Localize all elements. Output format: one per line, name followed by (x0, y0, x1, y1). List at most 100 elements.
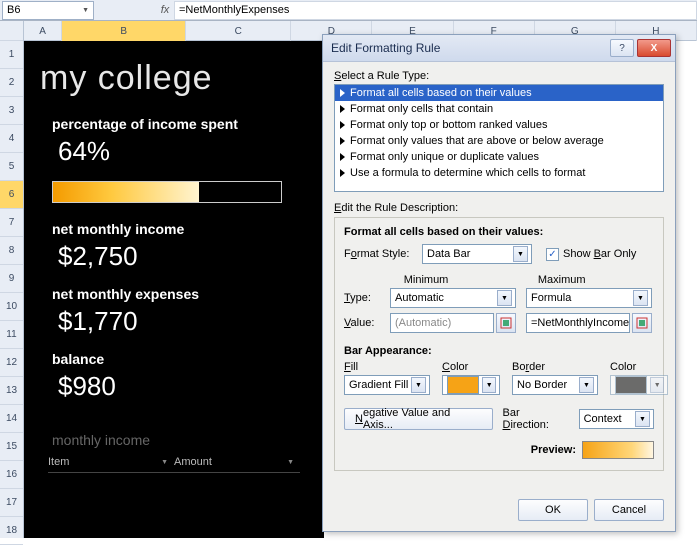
row-header[interactable]: 8 (0, 237, 23, 265)
pct-value: 64% (58, 136, 312, 167)
border-dropdown[interactable]: No Border ▼ (512, 375, 598, 395)
row-header[interactable]: 17 (0, 489, 23, 517)
color-swatch-icon (447, 376, 479, 394)
row-header[interactable]: 11 (0, 321, 23, 349)
bal-value: $980 (58, 371, 312, 402)
rule-type-list[interactable]: Format all cells based on their values F… (334, 84, 664, 192)
row-header[interactable]: 9 (0, 265, 23, 293)
table-header-amount[interactable]: Amount ▼ (174, 454, 300, 473)
row-header[interactable]: 3 (0, 97, 23, 125)
max-type-dropdown[interactable]: Formula ▼ (526, 288, 652, 308)
max-value-input[interactable]: =NetMonthlyIncome (526, 313, 630, 333)
row-header[interactable]: 15 (0, 433, 23, 461)
show-bar-only-checkbox[interactable]: ✓ (546, 248, 559, 261)
row-header[interactable]: 2 (0, 69, 23, 97)
cancel-button[interactable]: Cancel (594, 499, 664, 521)
dropdown-text: Data Bar (427, 248, 510, 260)
help-button[interactable]: ? (610, 39, 634, 57)
row-header[interactable]: 14 (0, 405, 23, 433)
column-header[interactable]: B (62, 21, 186, 41)
chevron-down-icon: ▼ (497, 290, 512, 306)
close-icon: X (651, 43, 658, 54)
rule-type-item[interactable]: Format only values that are above or bel… (335, 133, 663, 149)
row-header[interactable]: 4 (0, 125, 23, 153)
color-label: Color (442, 361, 500, 373)
edit-formatting-rule-dialog: Edit Formatting Rule ? X Select a Rule T… (322, 34, 676, 532)
row-header[interactable]: 18 (0, 517, 23, 545)
format-style-dropdown[interactable]: Data Bar ▼ (422, 244, 532, 264)
fx-icon[interactable]: fx (156, 4, 174, 16)
row-header[interactable]: 10 (0, 293, 23, 321)
rule-type-text: Format only unique or duplicate values (350, 151, 539, 163)
format-style-label: Format Style: (344, 248, 422, 260)
dropdown-text: Gradient Fill (349, 379, 408, 391)
chevron-down-icon[interactable]: ▼ (287, 459, 294, 466)
pct-label: percentage of income spent (52, 116, 312, 132)
row-header[interactable]: 12 (0, 349, 23, 377)
nme-label: net monthly expenses (52, 286, 312, 302)
rule-type-item[interactable]: Format all cells based on their values (335, 85, 663, 101)
row-header[interactable]: 1 (0, 41, 23, 69)
negative-value-axis-button[interactable]: Negative Value and Axis... (344, 408, 493, 430)
chevron-down-icon: ▼ (513, 246, 528, 262)
monthly-income-label: monthly income (52, 432, 312, 448)
rule-type-item[interactable]: Format only top or bottom ranked values (335, 117, 663, 133)
format-heading: Format all cells based on their values: (344, 226, 654, 238)
row-header[interactable]: 6 (0, 181, 23, 209)
row-header[interactable]: 13 (0, 377, 23, 405)
min-type-dropdown[interactable]: Automatic ▼ (390, 288, 516, 308)
triangle-icon (340, 105, 345, 113)
column-header[interactable]: C (186, 21, 291, 41)
th-text: Amount (174, 456, 212, 468)
chevron-down-icon[interactable]: ▼ (82, 7, 89, 14)
minimum-label: Minimum (404, 274, 520, 286)
chevron-down-icon: ▼ (411, 377, 426, 393)
triangle-icon (340, 153, 345, 161)
range-select-button[interactable] (632, 313, 652, 333)
formula-text: =NetMonthlyExpenses (179, 4, 289, 16)
select-all-cell[interactable] (0, 21, 23, 41)
rule-type-text: Format all cells based on their values (350, 87, 532, 99)
data-bar-cell[interactable] (52, 181, 282, 203)
border-color-dropdown: ▼ (610, 375, 668, 395)
rule-type-item[interactable]: Format only cells that contain (335, 101, 663, 117)
th-text: Item (48, 456, 69, 468)
input-text: (Automatic) (395, 317, 451, 329)
color-swatch-icon (615, 376, 647, 394)
triangle-icon (340, 137, 345, 145)
rule-description-box: Format all cells based on their values: … (334, 217, 664, 471)
triangle-icon (340, 121, 345, 129)
close-button[interactable]: X (637, 39, 671, 57)
border-color-label: Color (610, 361, 668, 373)
dropdown-text: Automatic (395, 292, 494, 304)
triangle-icon (340, 169, 345, 177)
row-header[interactable]: 5 (0, 153, 23, 181)
range-select-button[interactable] (496, 313, 516, 333)
min-value-input[interactable]: (Automatic) (390, 313, 494, 333)
type-label: Type: (344, 292, 390, 304)
chevron-down-icon[interactable]: ▼ (161, 459, 168, 466)
rule-type-item[interactable]: Format only unique or duplicate values (335, 149, 663, 165)
column-header[interactable]: A (24, 21, 62, 41)
dialog-titlebar[interactable]: Edit Formatting Rule ? X (323, 35, 675, 62)
rule-type-item[interactable]: Use a formula to determine which cells t… (335, 165, 663, 181)
name-box[interactable]: B6 ▼ (2, 1, 94, 20)
select-rule-type-label: Select a Rule Type: (334, 70, 664, 82)
ok-button[interactable]: OK (518, 499, 588, 521)
preview-label: Preview: (531, 444, 576, 456)
table-header-item[interactable]: Item ▼ (48, 454, 174, 473)
fill-dropdown[interactable]: Gradient Fill ▼ (344, 375, 430, 395)
formula-input[interactable]: =NetMonthlyExpenses (174, 1, 697, 20)
rule-type-text: Format only cells that contain (350, 103, 493, 115)
table-header-row: Item ▼ Amount ▼ (48, 454, 300, 473)
dropdown-text: Context (584, 413, 632, 425)
chevron-down-icon: ▼ (635, 411, 650, 427)
bar-direction-dropdown[interactable]: Context ▼ (579, 409, 654, 429)
row-header[interactable]: 7 (0, 209, 23, 237)
nme-value: $1,770 (58, 306, 312, 337)
fill-color-dropdown[interactable]: ▼ (442, 375, 500, 395)
rule-type-text: Use a formula to determine which cells t… (350, 167, 585, 179)
edit-description-label: Edit the Rule Description: (334, 202, 664, 214)
row-header[interactable]: 16 (0, 461, 23, 489)
help-icon: ? (619, 43, 625, 54)
